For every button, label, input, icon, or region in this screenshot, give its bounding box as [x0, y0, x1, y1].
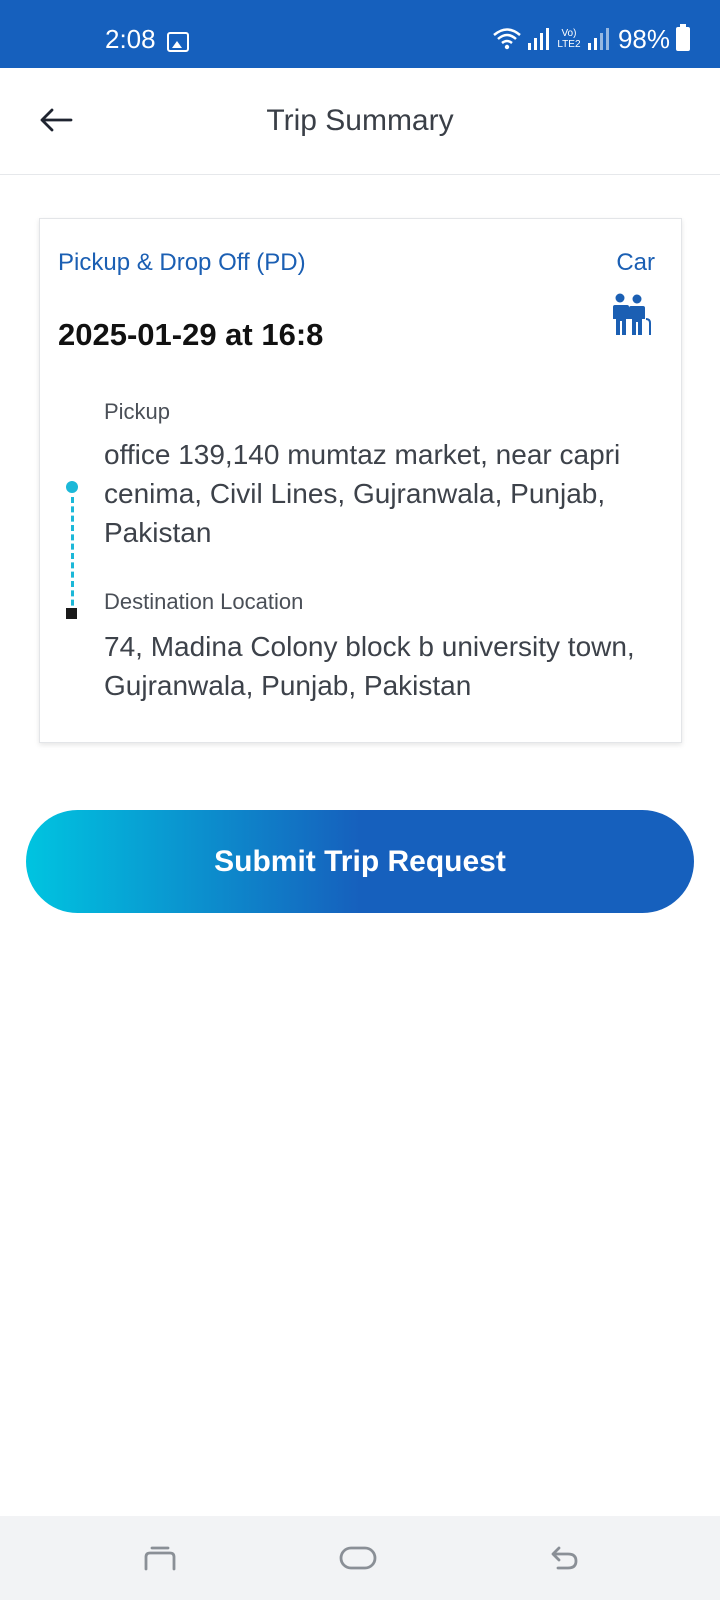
destination-address: 74, Madina Colony block b university tow… [104, 631, 635, 701]
status-time: 2:08 [105, 24, 156, 54]
page-title: Trip Summary [266, 104, 454, 137]
volte-icon: Vo) LTE2 [557, 28, 581, 50]
back-icon [551, 1546, 578, 1570]
destination-marker-icon [66, 608, 77, 619]
home-button[interactable] [336, 1536, 380, 1580]
submit-trip-request-button[interactable]: Submit Trip Request [26, 810, 694, 913]
vehicle-type: Car [616, 249, 655, 276]
system-back-button[interactable] [542, 1536, 586, 1580]
app-header: Trip Summary [0, 68, 720, 175]
recents-icon [144, 1546, 176, 1571]
system-nav-bar [0, 1516, 720, 1600]
wifi-icon [493, 28, 521, 50]
trip-summary-card: Pickup & Drop Off (PD) Car 2025-01-29 at… [39, 218, 682, 743]
status-bar: 2:08 Vo) LTE2 98% [0, 0, 720, 68]
destination-label: Destination Location [104, 589, 304, 614]
pickup-marker-icon [66, 481, 78, 493]
home-icon [339, 1546, 377, 1570]
route-line [71, 497, 74, 615]
people-icon [613, 293, 651, 335]
recents-button[interactable] [138, 1536, 182, 1580]
signal-icon [587, 28, 609, 50]
battery-icon [676, 24, 690, 51]
trip-datetime: 2025-01-29 at 16:8 [58, 317, 324, 352]
signal-icon [527, 28, 549, 50]
battery-percent: 98% [617, 23, 670, 54]
status-icons: Vo) LTE2 98% [492, 24, 690, 54]
pickup-label: Pickup [104, 399, 171, 424]
pickup-address: office 139,140 mumtaz market, near capri… [104, 439, 621, 548]
trip-type: Pickup & Drop Off (PD) [58, 249, 306, 276]
gallery-icon [167, 32, 189, 52]
